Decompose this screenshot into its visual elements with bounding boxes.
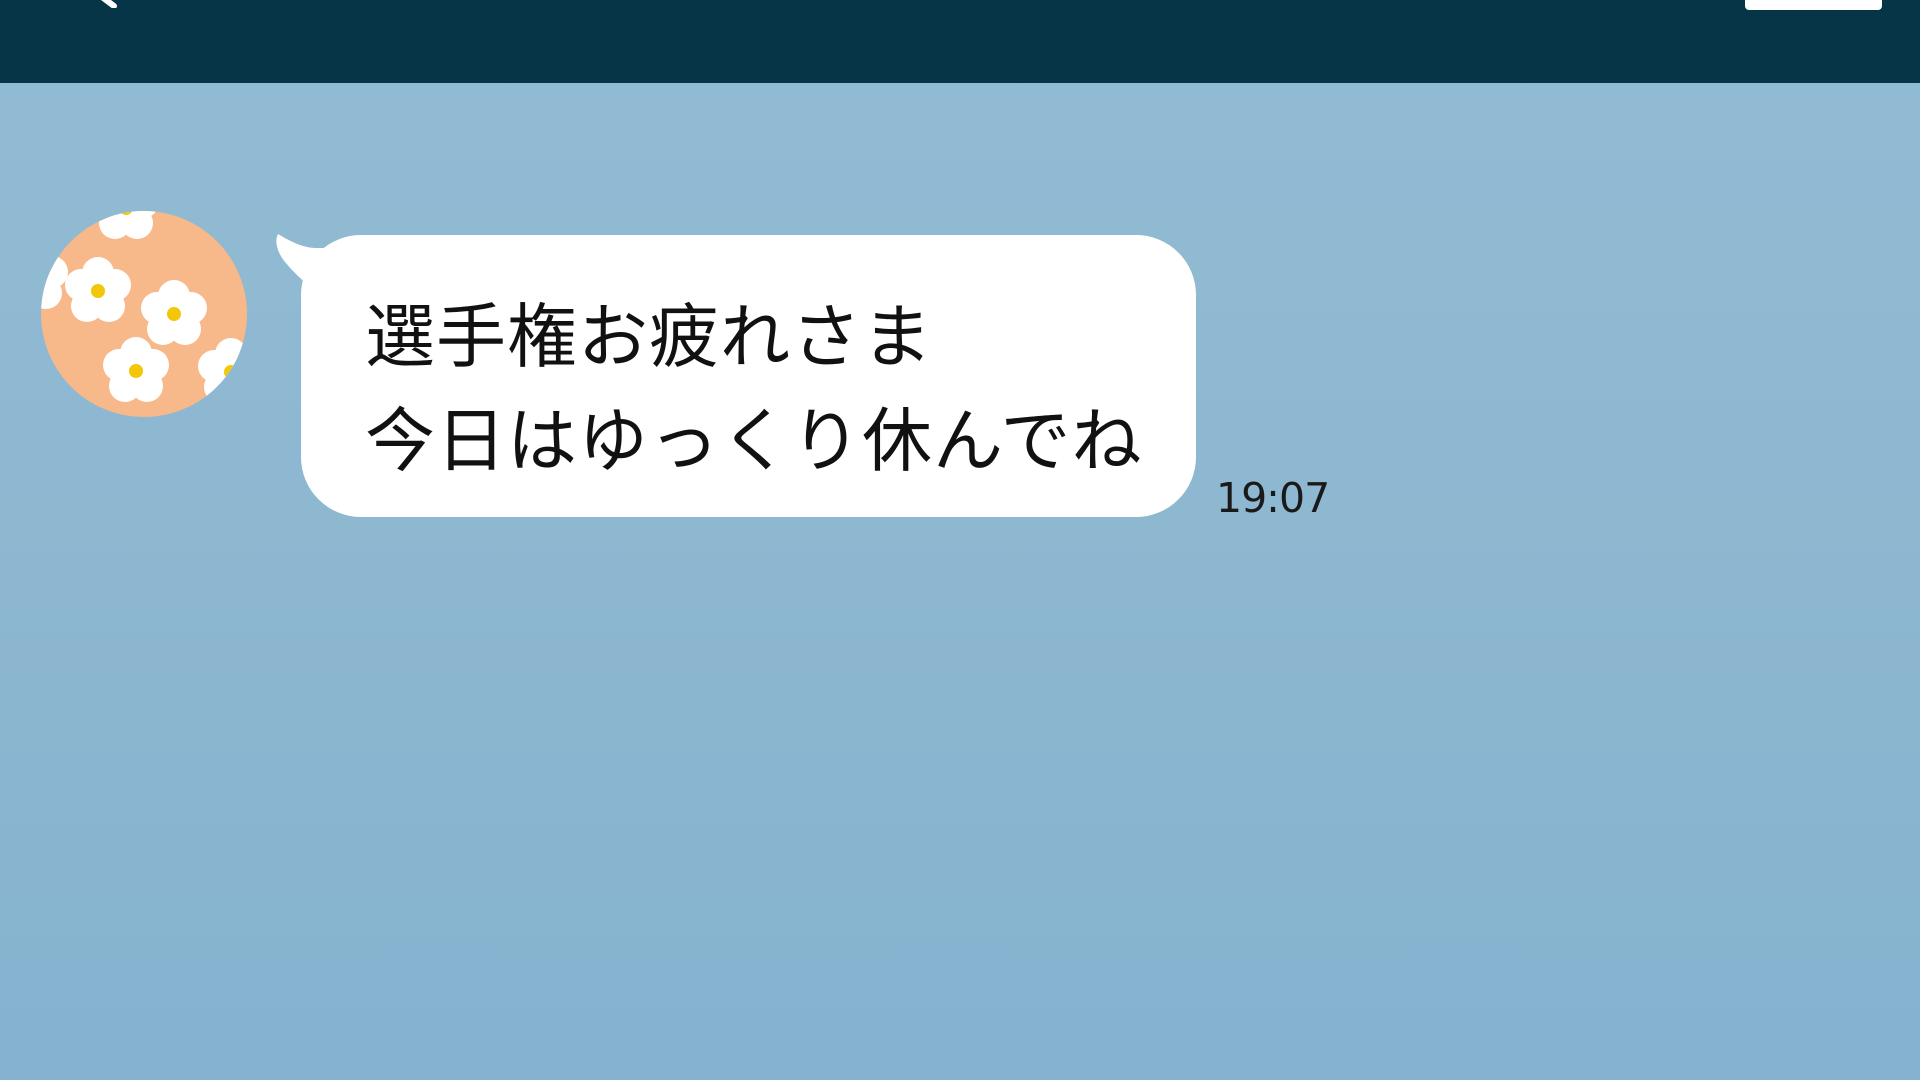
message-timestamp: 19:07 [1216,474,1330,522]
avatar[interactable] [41,211,247,417]
chat-area: 選手権お疲れさま 今日はゆっくり休んでね 19:07 [0,0,1920,1080]
flower-pattern-avatar-image [41,211,247,417]
message-bubble[interactable]: 選手権お疲れさま 今日はゆっくり休んでね [301,235,1196,517]
message-line-1: 選手権お疲れさま [365,296,933,378]
top-bar [0,0,1920,83]
chevron-left-icon[interactable] [88,0,120,8]
message-line-2: 今日はゆっくり休んでね [365,400,1143,482]
header-action-button[interactable] [1745,0,1882,10]
